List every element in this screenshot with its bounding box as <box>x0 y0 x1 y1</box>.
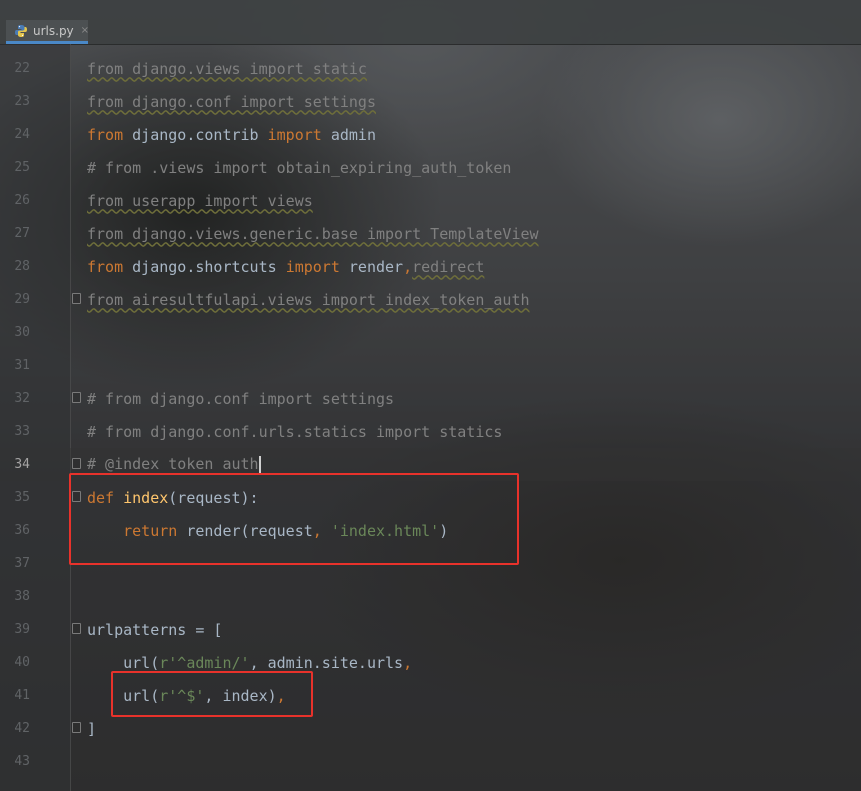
code-line[interactable]: 31 <box>0 349 861 382</box>
code-text: from django.shortcuts import render,redi… <box>87 258 484 276</box>
code-text: urlpatterns = [ <box>87 620 223 639</box>
import-name: render <box>339 257 404 276</box>
code-text: # @index token auth <box>87 455 261 474</box>
line-number: 42 <box>14 721 30 736</box>
code-text: from django.conf import settings <box>87 92 376 111</box>
code-line[interactable]: 32 # from django.conf import settings <box>0 382 861 415</box>
line-number: 32 <box>14 391 30 406</box>
fold-marker-icon[interactable] <box>72 458 81 469</box>
tab-close-icon[interactable]: × <box>81 25 89 36</box>
line-number: 27 <box>14 226 30 241</box>
line-number: 28 <box>14 259 30 274</box>
fold-marker-icon[interactable] <box>72 722 81 733</box>
comma: , <box>403 653 413 672</box>
line-number: 24 <box>14 127 30 142</box>
comma: , <box>403 257 413 276</box>
keyword-import: import <box>267 125 322 144</box>
code-line[interactable]: 26 from userapp import views <box>0 184 861 217</box>
python-file-icon <box>14 24 28 38</box>
code-text: ] <box>87 719 97 738</box>
import-name-unused: redirect <box>412 257 485 276</box>
highlight-box-url-route <box>111 671 313 717</box>
line-number: 43 <box>14 754 30 769</box>
import-name: admin <box>321 125 376 144</box>
code-comment: # from django.conf.urls.statics import s… <box>87 422 503 441</box>
line-number: 41 <box>14 688 30 703</box>
code-line[interactable]: 22 from django.views import static <box>0 52 861 85</box>
code-line[interactable]: 27 from django.views.generic.base import… <box>0 217 861 250</box>
code-comment: # from django.conf import settings <box>87 389 395 408</box>
code-text: url(r'^admin/', admin.site.urls, <box>87 654 412 672</box>
code-comment: # @index token auth <box>87 455 259 474</box>
code-text: from django.contrib import admin <box>87 126 376 144</box>
code-line[interactable]: 28 from django.shortcuts import render,r… <box>0 250 861 283</box>
code-line[interactable]: 30 <box>0 316 861 349</box>
line-number: 23 <box>14 94 30 109</box>
code-line[interactable]: 25 # from .views import obtain_expiring_… <box>0 151 861 184</box>
line-number: 29 <box>14 292 30 307</box>
keyword-import: import <box>285 257 340 276</box>
line-number: 37 <box>14 556 30 571</box>
line-number: 30 <box>14 325 30 340</box>
code-line[interactable]: 33 # from django.conf.urls.statics impor… <box>0 415 861 448</box>
code-text: from django.views.generic.base import Te… <box>87 224 539 243</box>
line-number: 38 <box>14 589 30 604</box>
keyword-from: from <box>87 257 124 276</box>
call-args: , admin.site.urls <box>249 653 404 672</box>
line-number: 26 <box>14 193 30 208</box>
line-number: 22 <box>14 61 30 76</box>
call-expression: url( <box>123 653 160 672</box>
editor-tab-bar: urls.py × <box>0 0 861 45</box>
line-number: 31 <box>14 358 30 373</box>
code-line[interactable]: 29 from airesultfulapi.views import inde… <box>0 283 861 316</box>
fold-marker-icon[interactable] <box>72 392 81 403</box>
code-line[interactable]: 43 <box>0 745 861 778</box>
fold-marker-icon[interactable] <box>72 293 81 304</box>
code-line[interactable]: 24 from django.contrib import admin <box>0 118 861 151</box>
module-name: django.shortcuts <box>123 257 286 276</box>
fold-marker-icon[interactable] <box>72 623 81 634</box>
line-number: 34 <box>14 457 30 472</box>
module-name: django.contrib <box>123 125 268 144</box>
code-text: from airesultfulapi.views import index_t… <box>87 290 530 309</box>
line-number: 33 <box>14 424 30 439</box>
tab-filename: urls.py <box>33 23 74 38</box>
code-line[interactable]: 38 <box>0 580 861 613</box>
string-literal: r'^admin/' <box>159 653 250 672</box>
line-number: 36 <box>14 523 30 538</box>
code-text: from userapp import views <box>87 191 313 210</box>
line-number: 39 <box>14 622 30 637</box>
line-number: 40 <box>14 655 30 670</box>
tab-urls-py[interactable]: urls.py × <box>6 20 89 44</box>
highlight-box-index-function <box>69 473 519 565</box>
code-comment: # from .views import obtain_expiring_aut… <box>87 158 512 177</box>
code-line[interactable]: 39 urlpatterns = [ <box>0 613 861 646</box>
code-line[interactable]: 23 from django.conf import settings <box>0 85 861 118</box>
line-number: 35 <box>14 490 30 505</box>
keyword-from: from <box>87 125 124 144</box>
text-caret <box>258 455 261 474</box>
code-text: from django.views import static <box>87 59 367 78</box>
line-number: 25 <box>14 160 30 175</box>
